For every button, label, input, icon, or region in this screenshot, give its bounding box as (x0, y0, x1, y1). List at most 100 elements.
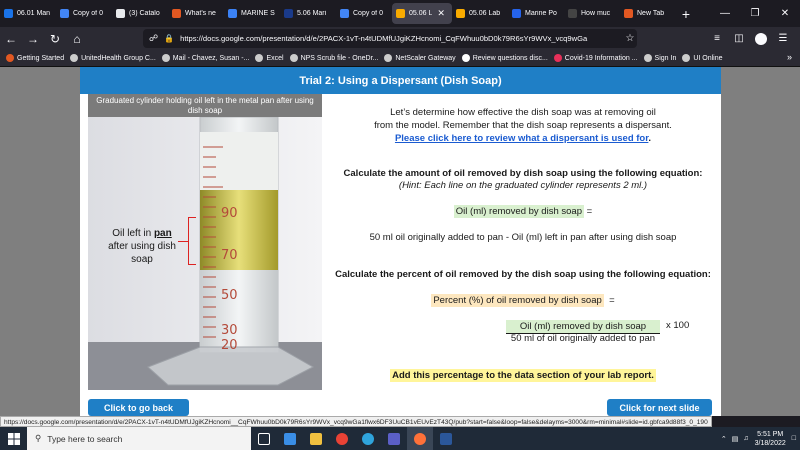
bookmark-icon (161, 54, 170, 62)
tab-favicon-icon (172, 9, 181, 18)
tab-label: How muc (581, 10, 611, 17)
eq2-label: Percent (%) of oil removed by dish soap (431, 294, 604, 307)
task-view-icon[interactable] (251, 427, 277, 450)
new-tab-button[interactable]: + (676, 6, 696, 22)
browser-tab[interactable]: (3) Catalo (112, 0, 168, 27)
tab-label: 5.06 Mari (297, 10, 327, 17)
tab-label: 06.01 Man (17, 10, 51, 17)
tab-favicon-icon (512, 9, 521, 18)
file-explorer-icon[interactable] (303, 427, 329, 450)
bookmark-icon (289, 54, 298, 62)
tab-favicon-icon (228, 9, 237, 18)
tab-favicon-icon (340, 9, 349, 18)
bookmark-label: Getting Started (17, 54, 65, 62)
menu-icon[interactable]: ☰ (772, 33, 794, 44)
url-text[interactable]: https://docs.google.com/presentation/d/e… (180, 34, 623, 43)
bookmarks-toolbar: Getting Started UnitedHealth Group C... Ma… (0, 50, 800, 67)
bookmark-label: Sign In (654, 54, 677, 62)
bookmark-icon (461, 54, 470, 62)
mark-label: 20 (221, 338, 238, 353)
word-icon[interactable] (433, 427, 459, 450)
lock-icon[interactable]: 🔒 (164, 34, 174, 43)
slide: Trial 2: Using a Dispersant (Dish Soap) … (80, 67, 721, 416)
footer-note-wrap: Add this percentage to the data section … (330, 369, 716, 382)
eq1-equals: = (586, 206, 593, 217)
slide-title: Trial 2: Using a Dispersant (Dish Soap) (80, 67, 721, 94)
oil-left-label: Oil left in pan after using dish soap (106, 227, 178, 266)
bookmark-item[interactable]: Review questions disc... (461, 54, 548, 62)
bookmark-label: NetScaler Gateway (395, 54, 456, 62)
taskbar-search-input[interactable]: ⚲ Type here to search (27, 427, 251, 450)
tab-favicon-icon (4, 9, 13, 18)
browser-tab[interactable]: New Tab (620, 0, 676, 27)
browser-tab[interactable]: 05.06 L ✕ (392, 3, 452, 24)
address-bar[interactable]: ☍ 🔒 https://docs.google.com/presentation… (143, 29, 637, 48)
close-tab-icon[interactable]: ✕ (437, 8, 445, 19)
close-window-icon[interactable]: ✕ (770, 8, 800, 19)
bookmark-item[interactable]: Excel (255, 54, 284, 62)
restore-icon[interactable]: ❐ (740, 8, 770, 19)
browser-tab[interactable]: How muc (564, 0, 620, 27)
next-slide-button[interactable]: Click for next slide (607, 399, 712, 416)
taskbar: ⚲ Type here to search ⌃ ▤ ♫ 5:51 PM 3/18… (0, 427, 800, 450)
tab-favicon-icon (568, 9, 577, 18)
browser-tab[interactable]: Marine Po (508, 0, 564, 27)
chrome-icon[interactable] (329, 427, 355, 450)
notifications-icon[interactable]: □ (792, 435, 796, 442)
mail-icon[interactable] (277, 427, 303, 450)
mark-label: 50 (221, 288, 238, 303)
minimize-icon[interactable]: — (710, 8, 740, 19)
forward-icon[interactable]: → (22, 32, 44, 46)
bookmark-item[interactable]: UI Online (682, 54, 723, 62)
tab-favicon-icon (456, 9, 465, 18)
browser-tab[interactable]: What's ne (168, 0, 224, 27)
browser-tab[interactable]: 06.01 Man (0, 0, 56, 27)
reload-icon[interactable]: ↻ (44, 32, 66, 46)
equation-1-formula: 50 ml oil originally added to pan - Oil … (369, 232, 677, 243)
browser-tab[interactable]: 05.06 Lab (452, 0, 508, 27)
browser-tab[interactable]: 5.06 Mari (280, 0, 336, 27)
windows-start-icon[interactable] (0, 427, 27, 450)
review-dispersant-link[interactable]: Please click here to review what a dispe… (395, 133, 648, 144)
tab-label: New Tab (637, 10, 665, 17)
browser-tab[interactable]: Copy of 0 (336, 0, 392, 27)
calc-amount-heading: Calculate the amount of oil removed by d… (343, 168, 703, 179)
eq2-numerator: Oil (ml) removed by dish soap (506, 320, 660, 334)
bookmark-item[interactable]: Getting Started (6, 54, 64, 62)
bookmark-label: NPS Scrub file - OneDr... (300, 54, 379, 62)
bookmark-item[interactable]: UnitedHealth Group C... (70, 54, 156, 62)
tab-label: MARINE S (241, 10, 275, 17)
home-icon[interactable]: ⌂ (66, 32, 88, 46)
edge-icon[interactable] (355, 427, 381, 450)
bookmark-item[interactable]: Sign In (643, 54, 677, 62)
bookmark-item[interactable]: NetScaler Gateway (384, 54, 456, 62)
firefox-icon[interactable] (407, 427, 433, 450)
go-back-button[interactable]: Click to go back (88, 399, 189, 416)
bookmark-label: Covid-19 Information ... (564, 54, 638, 62)
tray-up-icon[interactable]: ⌃ (721, 435, 727, 443)
browser-tab[interactable]: Copy of 0 (56, 0, 112, 27)
volume-icon[interactable]: ♫ (743, 435, 748, 442)
mark-label: 70 (221, 248, 238, 263)
account-icon[interactable] (755, 32, 767, 45)
oil-label-pre: Oil left in (112, 228, 152, 239)
tab-favicon-icon (284, 9, 293, 18)
sidebar-icon[interactable]: ◫ (728, 33, 750, 44)
tab-label: Marine Po (525, 10, 557, 17)
browser-tab[interactable]: MARINE S (224, 0, 280, 27)
library-icon[interactable]: ≡ (706, 33, 728, 44)
teams-icon[interactable] (381, 427, 407, 450)
bookmark-star-icon[interactable]: ☆ (623, 33, 637, 44)
network-icon[interactable]: ▤ (732, 435, 739, 443)
tab-label: Copy of 0 (353, 10, 383, 17)
back-icon[interactable]: ← (0, 32, 22, 46)
tabs-container: 06.01 Man Copy of 0 (3) Catalo What's ne MAR… (0, 0, 676, 27)
bookmark-item[interactable]: NPS Scrub file - OneDr... (289, 54, 379, 62)
bookmark-item[interactable]: Covid-19 Information ... (553, 54, 638, 62)
review-link-period: . (648, 133, 652, 144)
bookmarks-overflow-icon[interactable]: » (787, 52, 792, 62)
search-icon: ⚲ (35, 433, 42, 443)
shield-icon[interactable]: ☍ (149, 33, 158, 44)
clock[interactable]: 5:51 PM 3/18/2022 (755, 430, 786, 448)
bookmark-item[interactable]: Mail - Chavez, Susan -... (161, 54, 249, 62)
